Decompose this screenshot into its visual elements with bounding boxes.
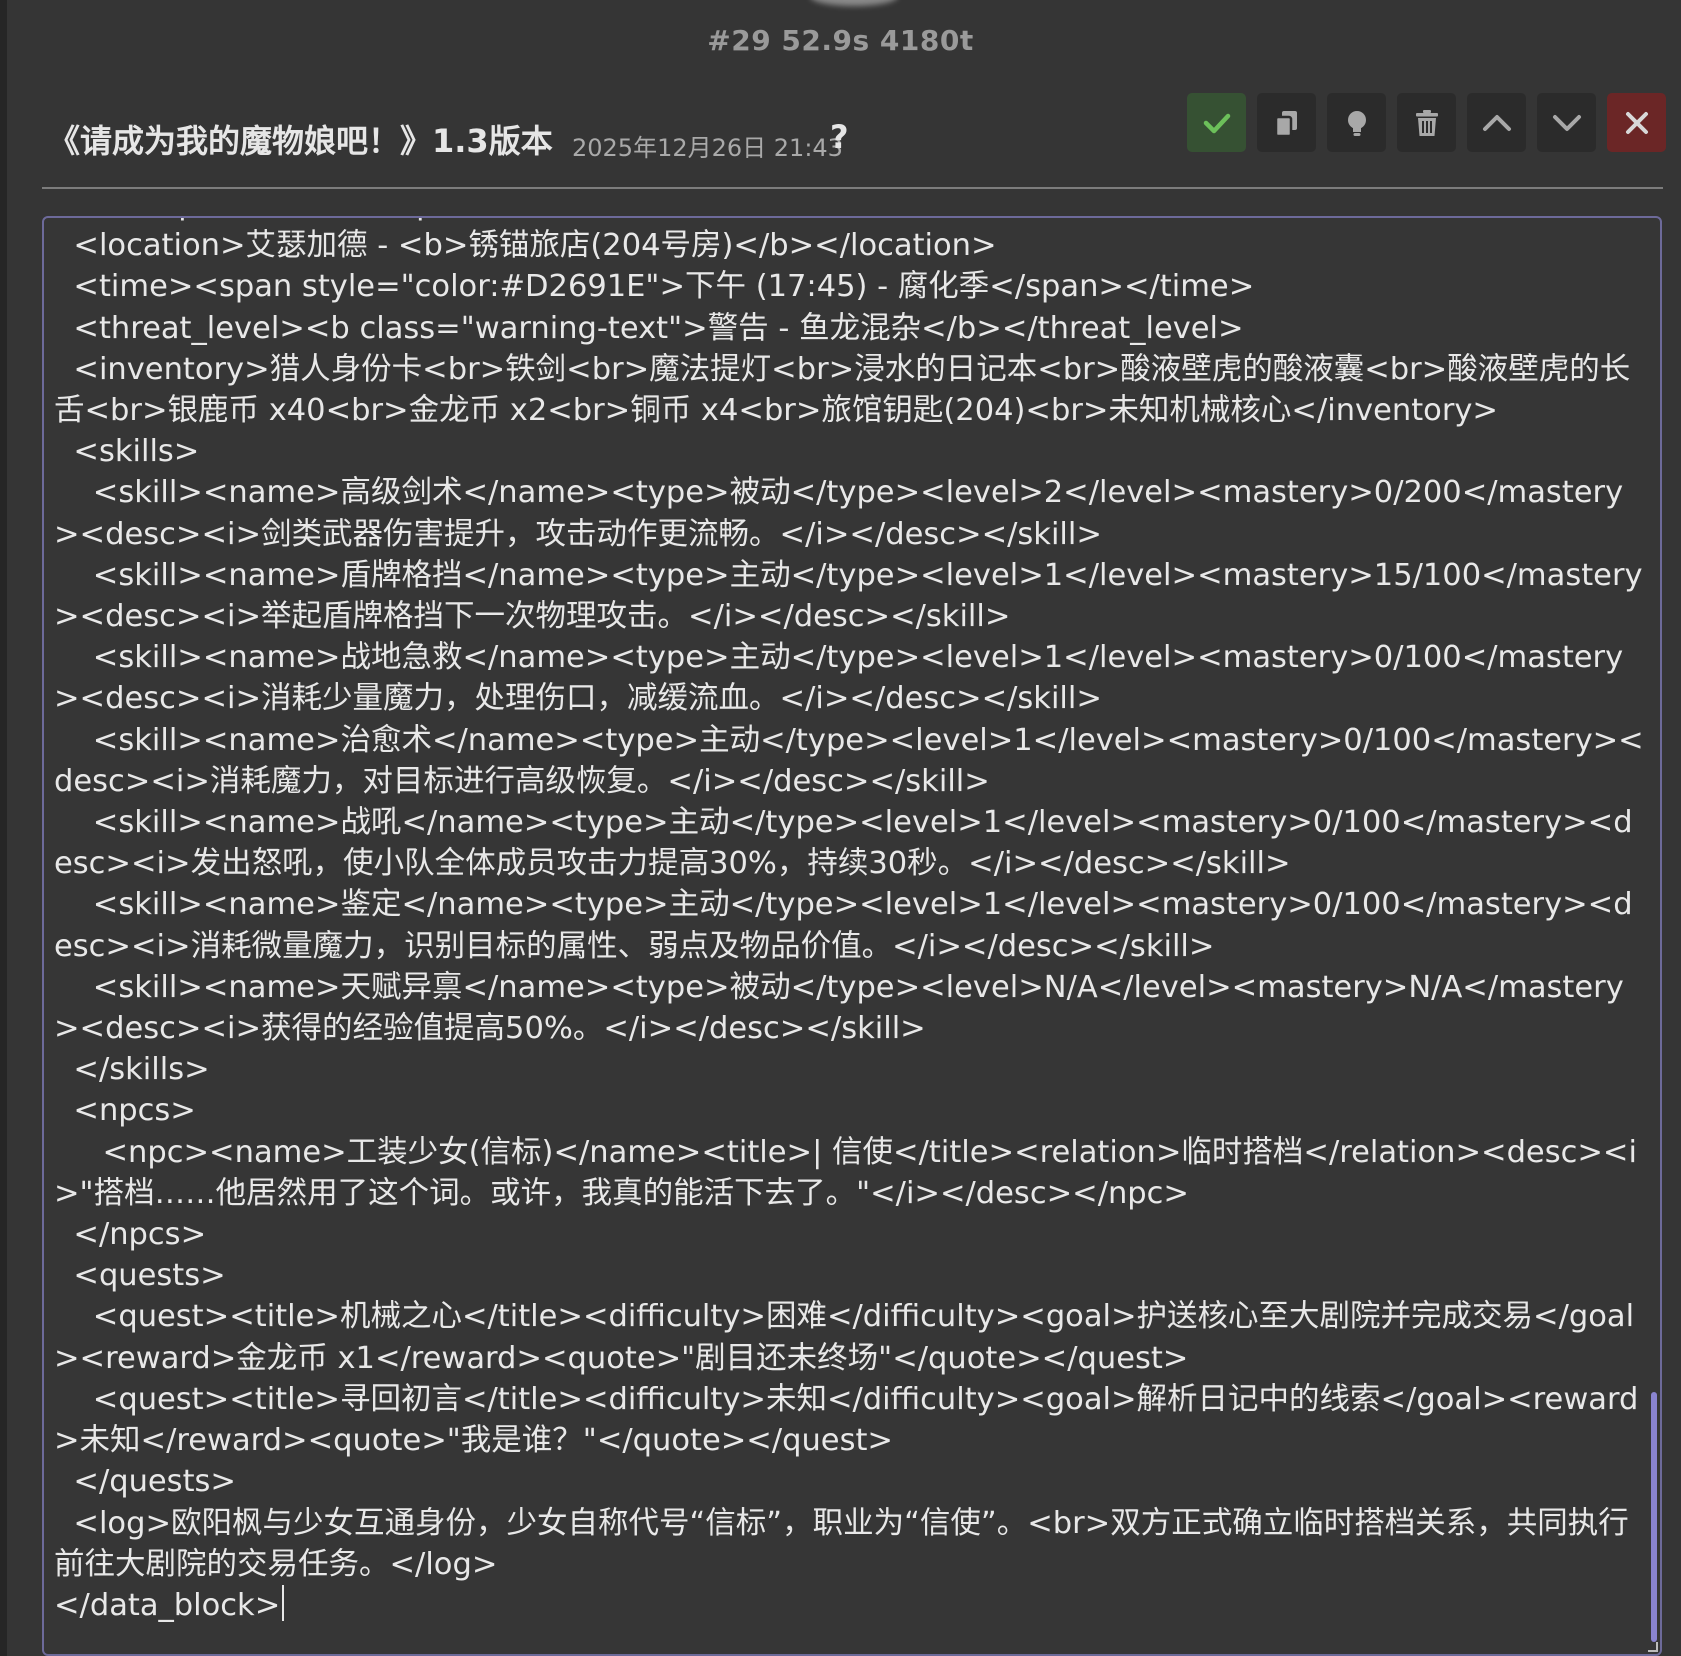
move-up-button[interactable] (1467, 93, 1526, 152)
resize-handle-icon[interactable] (1648, 1642, 1658, 1652)
message-stats: #29 52.9s 4180t (707, 24, 974, 57)
header-divider (42, 187, 1663, 189)
close-icon (1625, 111, 1648, 134)
text-caret (282, 1584, 285, 1621)
lightbulb-icon (1347, 110, 1366, 136)
message-edit-textarea[interactable]: <corruption>0</corruption> <location>艾瑟加… (42, 216, 1662, 1656)
check-icon (1203, 113, 1230, 133)
message-sender-name: 《请成为我的魔物娘吧！》1.3版本 (48, 122, 553, 160)
trash-icon (1415, 109, 1438, 136)
chat-message-editor-view: #29 52.9s 4180t 《请成为我的魔物娘吧！》1.3版本 2025年1… (0, 0, 1681, 1656)
message-timestamp: 2025年12月26日 21:43 (572, 134, 843, 162)
editor-text: <corruption>0</corruption> <location>艾瑟加… (54, 218, 1644, 1623)
editor-content[interactable]: <corruption>0</corruption> <location>艾瑟加… (54, 218, 1644, 1626)
chevron-up-icon (1482, 114, 1511, 131)
confirm-edit-button[interactable] (1187, 93, 1246, 152)
help-icon[interactable]: ? (830, 118, 849, 156)
chevron-down-icon (1552, 114, 1581, 131)
cancel-edit-button[interactable] (1607, 93, 1666, 152)
avatar-glow (810, 0, 898, 6)
enhance-button[interactable] (1327, 93, 1386, 152)
edit-toolbar (1187, 93, 1666, 152)
copy-button[interactable] (1257, 93, 1316, 152)
move-down-button[interactable] (1537, 93, 1596, 152)
delete-button[interactable] (1397, 93, 1456, 152)
copy-icon (1274, 110, 1297, 137)
left-edge-shadow (0, 0, 7, 1656)
scrollbar-thumb[interactable] (1651, 1392, 1657, 1642)
